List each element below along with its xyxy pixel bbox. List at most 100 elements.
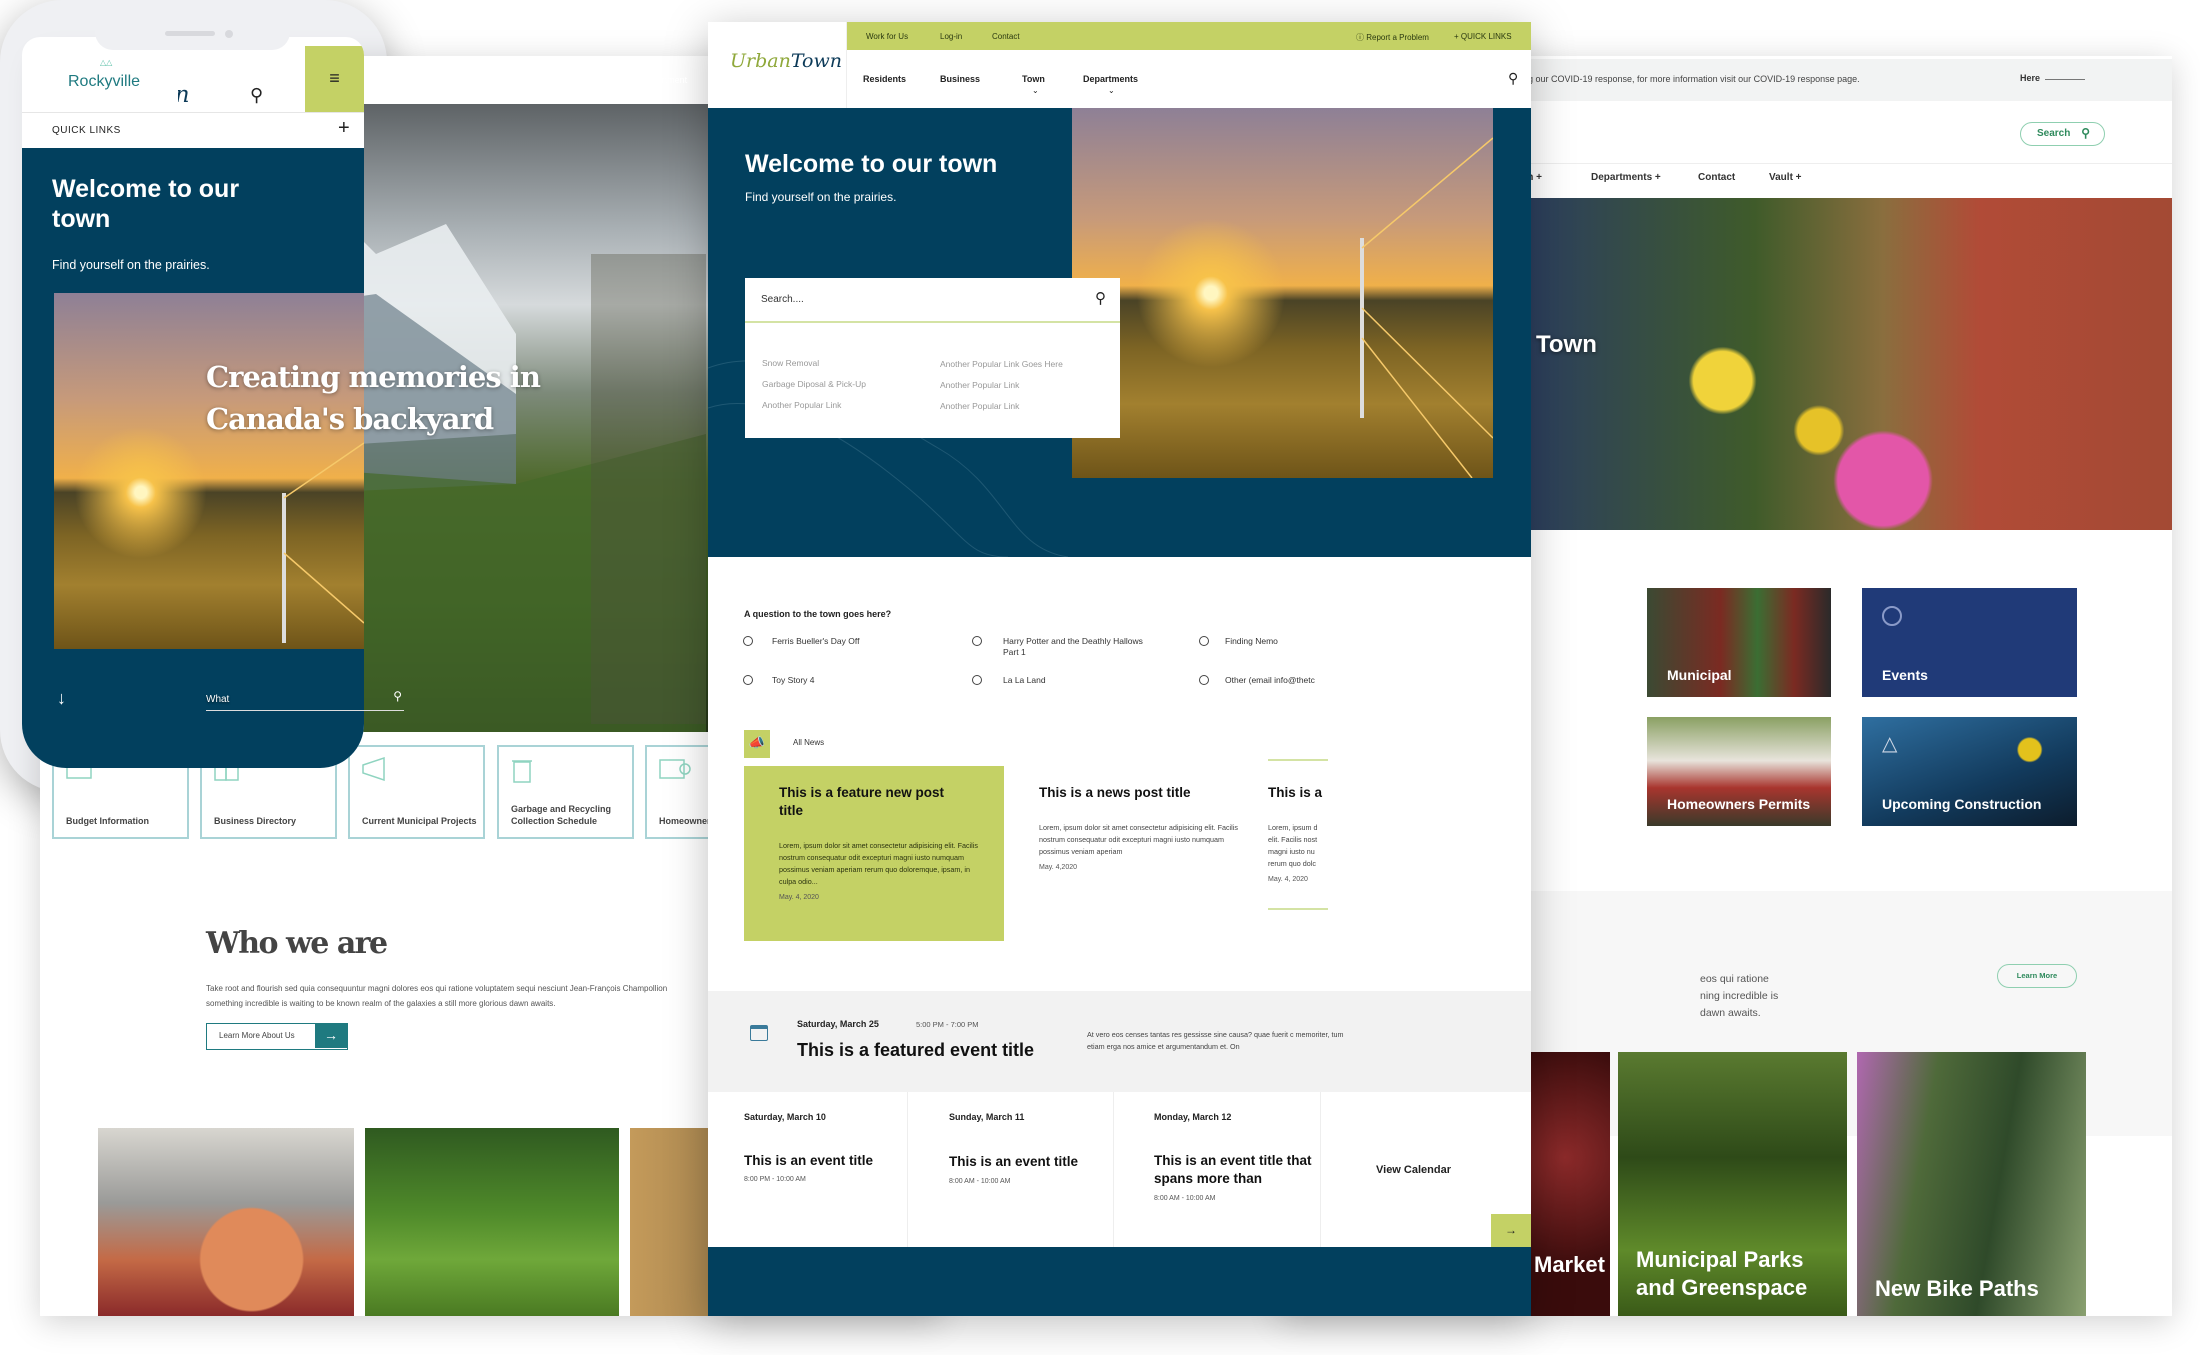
poll-radio[interactable] [743, 636, 753, 646]
feature-bike-paths[interactable]: New Bike Paths [1857, 1052, 2086, 1316]
plus-icon[interactable]: + [338, 117, 350, 140]
tile-municipal[interactable]: Municipal [1647, 588, 1831, 697]
about-text: Take root and flourish sed quia consequu… [206, 984, 668, 1008]
urbantown-desktop-page: Work for Us Log-in Contact ⓘ Report a Pr… [708, 22, 1531, 1316]
poll-question: A question to the town goes here? [744, 609, 892, 619]
chevron-down-icon: ⌄ [1032, 86, 1039, 95]
event-title[interactable]: This is an event title that spans more t… [1154, 1152, 1319, 1188]
nav-contact[interactable]: Contact [1698, 172, 1735, 183]
popular-link[interactable]: Snow Removal [762, 358, 819, 368]
alert-here-link[interactable]: Here [2020, 73, 2040, 83]
quick-links-toggle[interactable]: + QUICK LINKS [1454, 32, 1512, 41]
nav-business[interactable]: Business [548, 75, 585, 85]
search-label: Search [2037, 128, 2071, 139]
feature-parks[interactable]: Municipal Parks and Greenspace [1618, 1052, 1847, 1316]
nav-business[interactable]: Business [940, 74, 980, 84]
search-icon: ⚲ [2081, 126, 2090, 140]
fence-illustration [282, 442, 364, 643]
nav-town[interactable]: Town [602, 75, 623, 85]
tile-upcoming-construction[interactable]: △ Upcoming Construction [1862, 717, 2077, 826]
learn-more-button[interactable]: Learn More [1997, 964, 2077, 988]
nav-departments[interactable]: Departments [1083, 74, 1138, 84]
speaker [165, 31, 215, 36]
report-problem-link[interactable]: ⓘ Report a Problem [1356, 32, 1429, 43]
all-news-link[interactable]: All News [793, 738, 824, 747]
poll-radio[interactable] [1199, 675, 1209, 685]
logo[interactable]: UrbanTown [730, 50, 842, 72]
hero-title: Creating memories in Canada's backyard [206, 360, 541, 436]
poll-radio[interactable] [743, 675, 753, 685]
sunset-prairie-image [54, 293, 364, 649]
fence-illustration [1360, 137, 1494, 479]
popular-link[interactable]: Another Popular Link [940, 380, 1019, 390]
view-calendar-link[interactable]: View Calendar [1376, 1164, 1451, 1176]
logo-box[interactable]: △△ Rockyville [42, 56, 178, 104]
trash-icon [511, 757, 533, 783]
featured-event-time: 5:00 PM - 7:00 PM [916, 1020, 979, 1029]
next-arrow-button[interactable]: → [1491, 1214, 1531, 1247]
search-icon[interactable]: ⚲ [393, 689, 402, 703]
news-date: May. 4, 2020 [779, 894, 819, 901]
tile-events[interactable]: Events [1862, 588, 2077, 697]
tile-current-municipal-projects[interactable]: Current Municipal Projects [348, 745, 485, 839]
popular-link[interactable]: Another Popular Link [940, 401, 1019, 411]
plus-icon: + [1454, 32, 1459, 41]
nav-vault[interactable]: Vault + [1769, 172, 1802, 183]
camera [225, 30, 233, 38]
nav-departments[interactable]: Departments + [1591, 172, 1661, 183]
featured-event-description: At vero eos censes tantas res gessisse s… [1087, 1030, 1344, 1051]
popular-link[interactable]: Another Popular Link [762, 400, 841, 410]
hero-search-input[interactable]: Search.... ⚲ [745, 278, 1120, 323]
poll-radio[interactable] [972, 675, 982, 685]
topbar-work-for-us[interactable]: Work for Us [866, 32, 908, 41]
nav-residents[interactable]: Residents [490, 75, 530, 85]
topbar-login[interactable]: Log-in [940, 32, 962, 41]
nav-departments[interactable]: Department [640, 75, 687, 85]
mobile-hero-title: Welcome to our town [52, 175, 240, 233]
calendar-icon [750, 1025, 768, 1041]
poll-radio[interactable] [972, 636, 982, 646]
hero-flower-image [1530, 198, 2172, 530]
search-icon[interactable]: ⚲ [1508, 70, 1518, 87]
nav-town[interactable]: Town [1022, 74, 1045, 84]
nav-residents[interactable]: Residents [863, 74, 906, 84]
learn-more-about-us-button[interactable]: Learn More About Us → [206, 1023, 348, 1050]
event-time: 8:00 AM - 10:00 AM [949, 1178, 1011, 1185]
popular-link[interactable]: Another Popular Link Goes Here [940, 359, 1063, 369]
quick-links-label[interactable]: QUICK LINKS [52, 125, 121, 136]
tile-homeowners-permits[interactable]: Homeowners Permits [1647, 717, 1831, 826]
featured-event-band[interactable]: Saturday, March 25 5:00 PM - 7:00 PM Thi… [708, 991, 1531, 1092]
hero-subtitle: Find yourself on the prairies. [745, 190, 897, 204]
mobile-hero-subtitle: Find yourself on the prairies. [52, 258, 210, 272]
news-body: Lorem, ipsum dolor sit amet consectetur … [1039, 823, 1238, 856]
news-title[interactable]: This is a news post title [1039, 784, 1191, 802]
news-body: Lorem, ipsum dolor sit amet consectetur … [779, 841, 978, 886]
search-icon[interactable]: ⚲ [250, 85, 263, 106]
topbar-contact[interactable]: Contact [992, 32, 1020, 41]
arrow-right-icon[interactable] [2045, 79, 2085, 80]
hamburger-menu-button[interactable]: ≡ [305, 46, 364, 112]
clock-icon [1882, 606, 1902, 626]
featured-event-title[interactable]: This is a featured event title [797, 1040, 1034, 1061]
poll-radio[interactable] [1199, 636, 1209, 646]
hero-search-input[interactable]: What ⚲ [206, 689, 404, 711]
alert-circle-icon: ⓘ [1356, 33, 1364, 42]
event-title[interactable]: This is an event title [744, 1152, 873, 1170]
event-time: 8:00 PM - 10:00 AM [744, 1176, 806, 1183]
logo-text: Rockyville [68, 73, 141, 90]
main-nav: Residents ⌄ Business ⌄ Town ⌄ Department [490, 75, 688, 85]
search-icon[interactable]: ⚲ [1095, 289, 1106, 307]
tile-garbage-recycling[interactable]: Garbage and Recycling Collection Schedul… [497, 745, 634, 839]
news-date: May. 4, 2020 [1268, 876, 1308, 883]
search-button[interactable]: Search ⚲ [2020, 122, 2105, 146]
event-date: Monday, March 12 [1154, 1112, 1232, 1122]
scroll-down-arrow-icon[interactable]: ↓ [57, 688, 66, 709]
popular-link[interactable]: Garbage Diposal & Pick-Up [762, 379, 866, 389]
news-title[interactable]: This is a feature new post title [779, 784, 959, 820]
about-title: Who we are [206, 926, 388, 961]
search-panel: Search.... ⚲ Snow Removal Garbage Diposa… [745, 278, 1120, 438]
news-title[interactable]: This is a [1268, 784, 1322, 802]
mobile-hero: Welcome to our town Find yourself on the… [22, 148, 364, 768]
hero-title-fragment: Town [1536, 331, 1597, 358]
event-title[interactable]: This is an event title [949, 1153, 1078, 1171]
